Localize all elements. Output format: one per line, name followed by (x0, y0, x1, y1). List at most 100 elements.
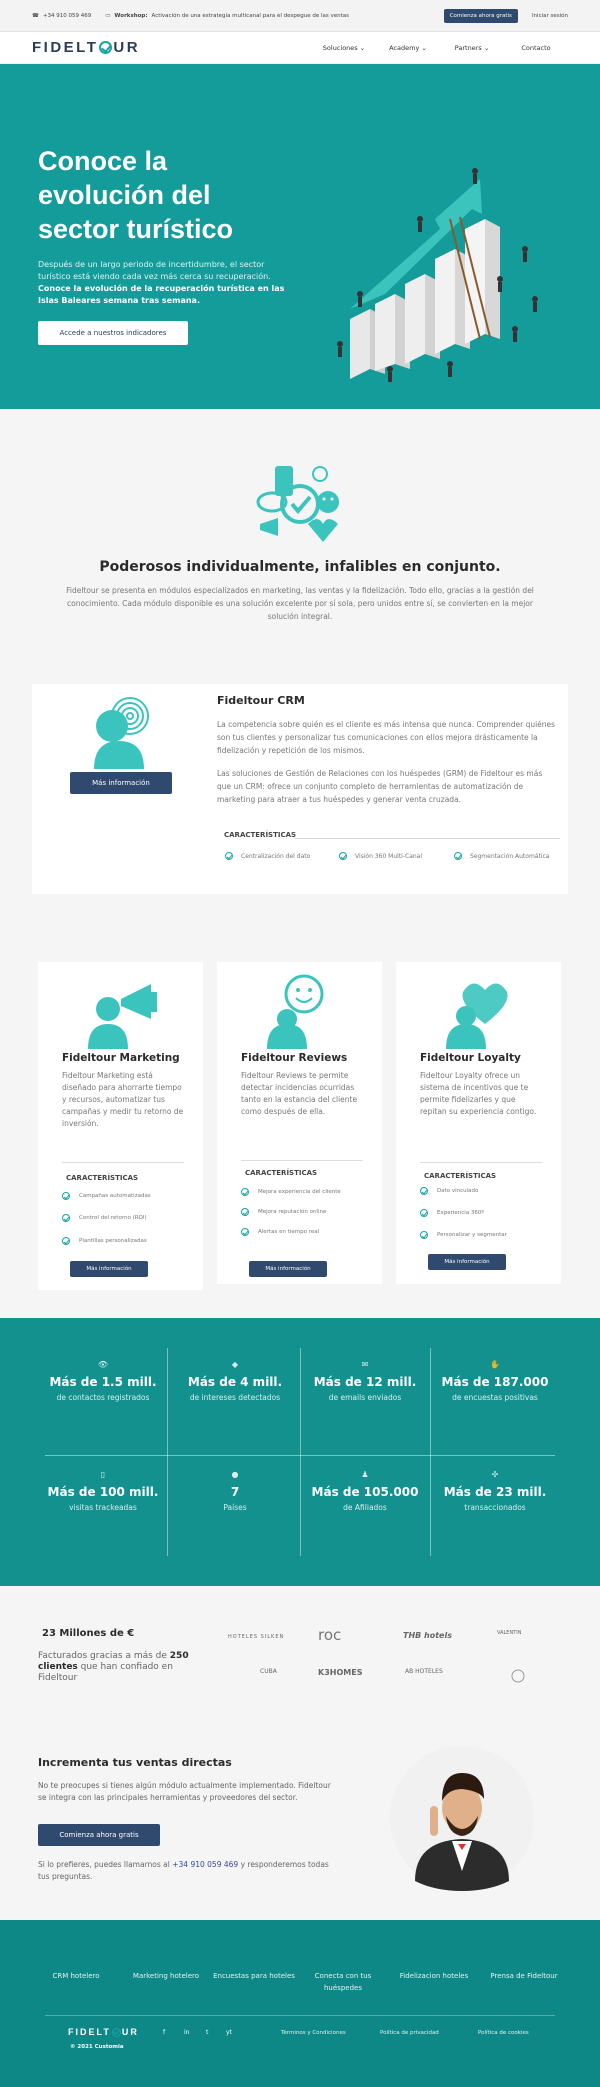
crm-features-title: CARACTERÍSTICAS (224, 831, 297, 839)
start-free-button-2[interactable]: Comienza ahora gratis (38, 1824, 160, 1846)
check-icon (225, 852, 233, 860)
envelope-icon: ✉ (361, 1360, 369, 1369)
main-nav: FIDELT UR Soluciones ⌄ Academy ⌄ Partners… (0, 32, 600, 64)
nav-academy[interactable]: Academy ⌄ (376, 44, 440, 52)
logo[interactable]: FIDELT UR (32, 39, 140, 56)
footer-link-connect[interactable]: Conecta con tus huéspedes (299, 1970, 387, 1994)
client-logo: THB hotels (403, 1631, 452, 1640)
stat-interests: ◆ Más de 4 mill. de intereses detectados (175, 1360, 295, 1403)
card-text: Fideltour Loyalty ofrece un sistema de i… (420, 1071, 537, 1116)
check-icon (62, 1237, 70, 1245)
client-logo: AB HOTELES (405, 1668, 443, 1675)
nav-contacto[interactable]: Contacto (504, 44, 568, 52)
divider (167, 1348, 168, 1556)
footer-logo[interactable]: FIDELT UR (68, 2027, 139, 2037)
thumbs-up-icon: ✋ (490, 1360, 500, 1369)
card-feature: Alertas en tiempo real (241, 1228, 319, 1236)
marketing-card: Fideltour Marketing Fideltour Marketing … (38, 962, 203, 1290)
reviews-more-info-button[interactable]: Más información (249, 1261, 327, 1277)
loyalty-more-info-button[interactable]: Más información (428, 1254, 506, 1270)
login-link[interactable]: Iniciar sesión (532, 13, 568, 19)
direct-sales-section: Incrementa tus ventas directas No te pre… (0, 1706, 600, 1920)
copyright: © 2021 Customia (70, 2044, 124, 2050)
client-logo: VALENTIN (497, 1630, 522, 1636)
check-icon (339, 852, 347, 860)
crm-more-info-button[interactable]: Más información (70, 772, 172, 794)
crm-feature: Centralización del dato (225, 852, 310, 860)
divider (294, 838, 560, 839)
modules-icon (256, 466, 339, 542)
check-icon (454, 852, 462, 860)
check-icon (62, 1214, 70, 1222)
call-text: Si lo prefieres, puedes llamarnos al +34… (38, 1860, 329, 1881)
client-logo: K3HOMES (318, 1668, 363, 1677)
intro-text: Fideltour se presenta en módulos especia… (66, 586, 534, 621)
card-title: Fideltour Reviews (241, 1052, 348, 1064)
phone[interactable]: ☎ +34 910 059 469 (32, 13, 91, 19)
card-feature: Control del retorno (ROI) (62, 1214, 147, 1222)
marketing-more-info-button[interactable]: Más información (70, 1261, 148, 1277)
start-free-button[interactable]: Comienza ahora gratis (443, 8, 518, 23)
facebook-icon[interactable]: f (163, 2029, 165, 2036)
privacy-link[interactable]: Política de privacidad (380, 2030, 439, 2036)
card-text: Fideltour Reviews te permite detectar in… (241, 1071, 358, 1116)
linkedin-icon[interactable]: in (184, 2029, 189, 2036)
indicators-button[interactable]: Accede a nuestros indicadores (38, 321, 188, 345)
cookies-link[interactable]: Política de cookies (478, 2030, 529, 2036)
businessman-photo (390, 1746, 534, 1891)
crm-text-2: Las soluciones de Gestión de Relaciones … (217, 769, 543, 804)
hero-title: Conoce la evolución del sector turístico (38, 146, 234, 244)
card-features-title: CARACTERÍSTICAS (424, 1172, 497, 1180)
loyalty-card: Fideltour Loyalty Fideltour Loyalty ofre… (396, 962, 561, 1284)
divider (420, 1162, 542, 1163)
footer: CRM hotelero Marketing hotelero Encuesta… (0, 1920, 600, 2087)
card-feature: Campañas automatizadas (62, 1192, 151, 1200)
terms-link[interactable]: Términos y Condiciones (281, 2030, 346, 2036)
tag-icon: ◆ (231, 1360, 239, 1369)
footer-link-marketing[interactable]: Marketing hotelero (122, 1970, 210, 1982)
card-features-title: CARACTERÍSTICAS (245, 1169, 318, 1177)
clients-text: Facturados gracias a más de 250 clientes… (38, 1651, 189, 1683)
phone-icon: ☎ (32, 12, 39, 19)
growth-illustration (337, 168, 538, 382)
monitor-icon: ▭ (105, 12, 111, 19)
crm-fingerprint-icon (94, 697, 149, 769)
hero-text: Después de un largo periodo de incertidu… (38, 260, 285, 305)
crm-feature: Visión 360 Multi-Canal (339, 852, 422, 860)
intro-title: Poderosos individualmente, infalibles en… (99, 559, 501, 575)
divider (45, 1455, 555, 1456)
phone-link[interactable]: +34 910 059 469 (172, 1860, 238, 1869)
clients-section: 23 Millones de € Facturados gracias a má… (0, 1586, 600, 1706)
stat-contacts: 👁 Más de 1.5 mill. de contactos registrado… (43, 1360, 163, 1403)
footer-link-surveys[interactable]: Encuestas para hoteles (210, 1970, 298, 1982)
reviews-card: Fideltour Reviews Fideltour Reviews te p… (217, 962, 382, 1284)
divider (300, 1348, 301, 1556)
hero: Conoce la evolución del sector turístico… (0, 64, 600, 409)
sales-text: No te preocupes si tienes algún módulo a… (38, 1781, 331, 1802)
footer-link-press[interactable]: Prensa de Fideltour (480, 1970, 568, 1982)
youtube-icon[interactable]: yt (226, 2029, 232, 2036)
card-feature: Dato vinculado (420, 1187, 478, 1195)
crm-text-1: La competencia sobre quién es el cliente… (217, 720, 556, 755)
stat-countries: ● 7 Países (175, 1470, 295, 1513)
check-icon (420, 1209, 428, 1217)
card-feature: Experiencia 360º (420, 1209, 484, 1217)
nav-partners[interactable]: Partners ⌄ (440, 44, 504, 52)
stat-visits: ▯ Más de 100 mill. visitas trackeadas (43, 1470, 163, 1513)
stat-emails: ✉ Más de 12 mill. de emails enviados (305, 1360, 425, 1403)
card-features-title: CARACTERÍSTICAS (66, 1174, 139, 1182)
bookmark-icon: ▯ (100, 1470, 106, 1479)
workshop-banner[interactable]: ▭ Workshop: Activación de una estrategia m… (105, 13, 443, 19)
divider (430, 1348, 431, 1556)
divider (62, 1162, 184, 1163)
stat-transactions: ✣ Más de 23 mill. transaccionados (435, 1470, 555, 1513)
footer-link-loyalty[interactable]: Fidelizacion hoteles (390, 1970, 478, 1982)
logo-check-icon (99, 41, 113, 54)
megaphone-icon (88, 984, 157, 1049)
nav-soluciones[interactable]: Soluciones ⌄ (312, 44, 376, 52)
client-logo: CUBA (260, 1668, 277, 1675)
handshake-icon: ✣ (491, 1470, 499, 1479)
footer-link-crm[interactable]: CRM hotelero (32, 1970, 120, 1982)
globe-icon: ● (231, 1470, 239, 1479)
twitter-icon[interactable]: t (206, 2029, 208, 2036)
